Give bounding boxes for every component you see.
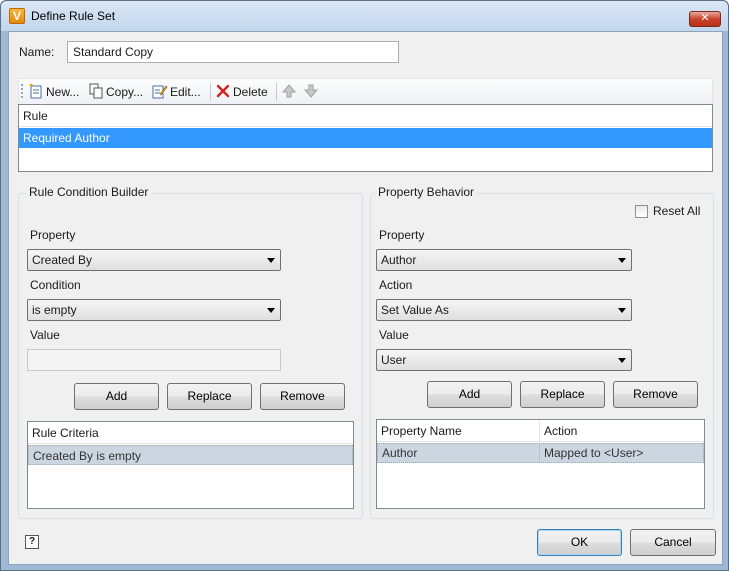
- condition-property-label: Property: [30, 228, 76, 242]
- behavior-remove-button[interactable]: Remove: [613, 381, 698, 408]
- help-icon[interactable]: ?: [25, 535, 39, 549]
- app-logo-icon: V: [9, 8, 25, 24]
- chevron-down-icon: [618, 308, 626, 313]
- ok-button[interactable]: OK: [537, 529, 622, 556]
- new-document-icon: [29, 84, 42, 99]
- dialog-body: Name: Standard Copy New... Copy... Edit.…: [8, 31, 723, 565]
- name-input[interactable]: Standard Copy: [67, 41, 399, 63]
- condition-value-input[interactable]: [27, 349, 281, 371]
- behavior-property-label: Property: [379, 228, 425, 242]
- move-down-button[interactable]: [303, 83, 321, 101]
- rule-criteria-list[interactable]: Rule Criteria Created By is empty: [27, 421, 354, 509]
- behavior-replace-button[interactable]: Replace: [520, 381, 605, 408]
- move-up-button[interactable]: [281, 83, 299, 101]
- arrow-up-icon: [281, 84, 297, 98]
- cancel-button[interactable]: Cancel: [630, 529, 716, 556]
- window-title: Define Rule Set: [31, 9, 116, 23]
- toolbar-separator: [276, 83, 277, 101]
- edit-icon: [152, 85, 168, 99]
- chevron-down-icon: [267, 258, 275, 263]
- condition-property-value: Created By: [32, 253, 93, 267]
- rule-column-header[interactable]: Rule: [19, 105, 712, 127]
- reset-all-checkbox[interactable]: [635, 205, 648, 218]
- new-label: New...: [46, 85, 80, 99]
- criteria-row[interactable]: Created By is empty: [28, 445, 353, 465]
- behavior-row-property: Author: [378, 443, 540, 463]
- behavior-action-label: Action: [379, 278, 413, 292]
- behavior-property-select[interactable]: Author: [376, 249, 632, 271]
- behavior-property-value: Author: [381, 253, 417, 267]
- rule-condition-builder-title: Rule Condition Builder: [26, 185, 152, 199]
- behavior-action-select[interactable]: Set Value As: [376, 299, 632, 321]
- toolbar-grip: [21, 84, 23, 100]
- dialog-window: V Define Rule Set ✕ Name: Standard Copy …: [0, 0, 729, 571]
- condition-remove-button[interactable]: Remove: [260, 383, 345, 410]
- condition-label: Condition: [30, 278, 81, 292]
- reset-all-label[interactable]: Reset All: [653, 204, 700, 218]
- condition-property-select[interactable]: Created By: [27, 249, 281, 271]
- chevron-down-icon: [618, 358, 626, 363]
- action-column-header[interactable]: Action: [540, 420, 704, 442]
- property-behavior-title: Property Behavior: [375, 185, 478, 199]
- rule-criteria-header[interactable]: Rule Criteria: [28, 422, 353, 444]
- new-button[interactable]: New...: [28, 83, 79, 101]
- behavior-action-value: Set Value As: [381, 303, 449, 317]
- behavior-value-label: Value: [379, 328, 409, 342]
- close-button[interactable]: ✕: [689, 11, 721, 27]
- behavior-row-action: Mapped to <User>: [544, 446, 644, 460]
- delete-button[interactable]: Delete: [215, 83, 268, 101]
- copy-label: Copy...: [106, 85, 144, 99]
- behavior-add-button[interactable]: Add: [427, 381, 512, 408]
- chevron-down-icon: [618, 258, 626, 263]
- condition-select[interactable]: is empty: [27, 299, 281, 321]
- behavior-value-value: User: [381, 353, 407, 367]
- property-name-column-header[interactable]: Property Name: [377, 420, 540, 442]
- behavior-value-select[interactable]: User: [376, 349, 632, 371]
- edit-label: Edit...: [170, 85, 201, 99]
- condition-replace-button[interactable]: Replace: [167, 383, 252, 410]
- name-label: Name:: [19, 45, 55, 59]
- rules-toolbar: New... Copy... Edit... Delete: [18, 78, 713, 104]
- copy-button[interactable]: Copy...: [88, 83, 143, 101]
- delete-label: Delete: [233, 85, 268, 99]
- behavior-row[interactable]: Author Mapped to <User>: [377, 443, 704, 463]
- condition-add-button[interactable]: Add: [74, 383, 159, 410]
- toolbar-separator: [210, 83, 211, 101]
- arrow-down-icon: [303, 84, 319, 98]
- condition-value: is empty: [32, 303, 77, 317]
- condition-value-label: Value: [30, 328, 60, 342]
- delete-x-icon: [216, 84, 230, 98]
- rule-row[interactable]: Required Author: [19, 128, 712, 148]
- copy-icon: [89, 83, 103, 99]
- property-behavior-list[interactable]: Property Name Action Author Mapped to <U…: [376, 419, 705, 509]
- rule-list[interactable]: Rule Required Author: [18, 104, 713, 172]
- title-bar[interactable]: V Define Rule Set ✕: [1, 1, 728, 31]
- edit-button[interactable]: Edit...: [152, 83, 201, 101]
- chevron-down-icon: [267, 308, 275, 313]
